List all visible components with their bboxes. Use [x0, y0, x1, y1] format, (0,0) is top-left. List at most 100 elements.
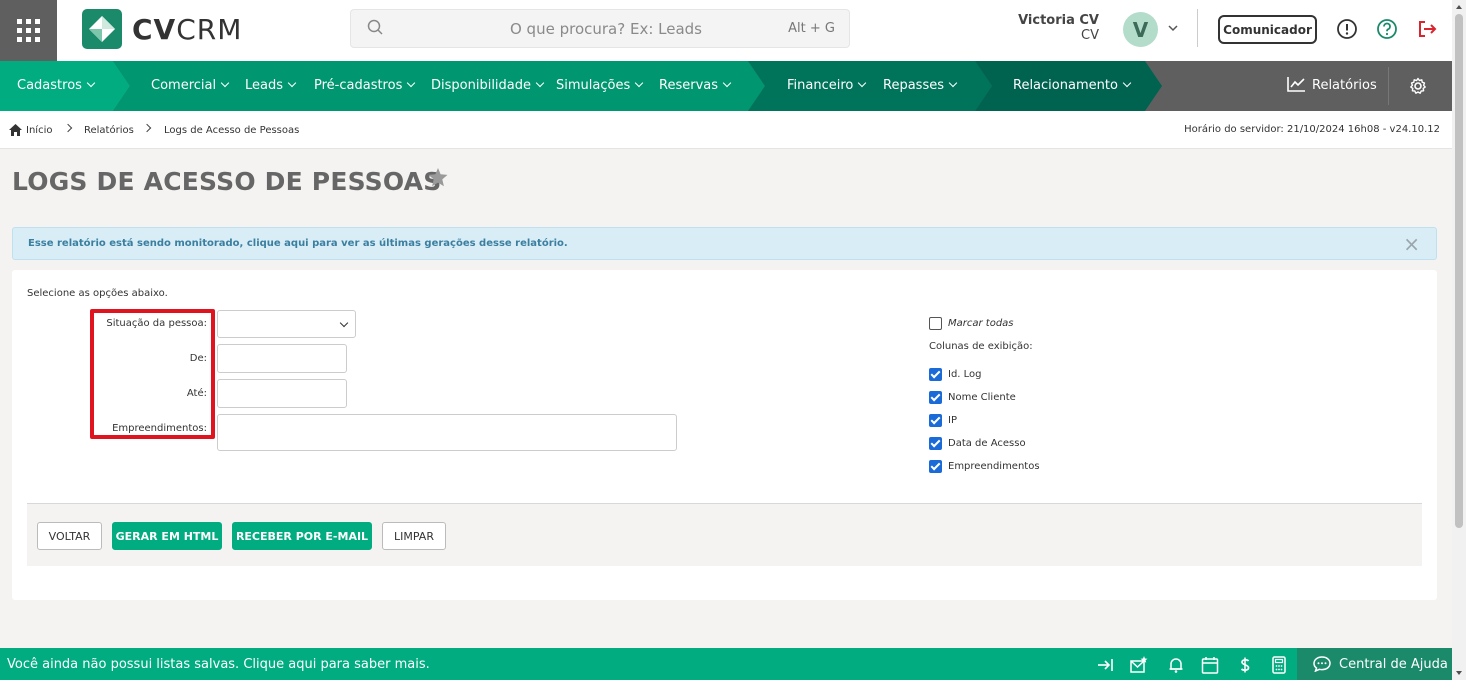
limpar-button[interactable]: LIMPAR: [382, 522, 446, 550]
nav-pre-cadastros[interactable]: Pré-cadastros: [314, 61, 416, 111]
gerar-html-button[interactable]: GERAR EM HTML: [112, 522, 222, 550]
logout-icon[interactable]: [1416, 18, 1438, 40]
header-divider: [1197, 9, 1198, 47]
dollar-icon[interactable]: [1236, 656, 1254, 674]
nav-relacionamento[interactable]: Relacionamento: [1013, 61, 1132, 111]
chevron-down-icon: [287, 78, 297, 88]
chevron-down-icon: [220, 78, 230, 88]
comunicador-button[interactable]: Comunicador: [1218, 15, 1317, 44]
chevron-down-icon: [858, 78, 867, 88]
column-checkbox-data-acesso[interactable]: Data de Acesso: [929, 437, 1026, 450]
checkbox-checked[interactable]: [929, 414, 942, 427]
global-search[interactable]: Alt + G: [350, 9, 850, 48]
column-checkbox-empreendimentos[interactable]: Empreendimentos: [929, 460, 1040, 473]
home-icon[interactable]: [9, 124, 22, 136]
apps-grid-icon: [17, 19, 40, 42]
empreendimentos-label: Empreendimentos:: [112, 423, 207, 434]
nav-divider: [1388, 67, 1389, 105]
star-icon[interactable]: [428, 168, 448, 187]
chevron-down-icon: [339, 318, 349, 328]
gear-icon[interactable]: [1409, 77, 1427, 95]
chevron-down-icon: [86, 78, 96, 88]
chevron-right-icon: [142, 123, 152, 133]
logo-mark-icon: [82, 9, 122, 49]
top-header: CVCRM Alt + G Victoria CV CV V Comunicad…: [0, 0, 1452, 61]
search-input[interactable]: [391, 10, 771, 47]
logo-wordmark: CVCRM: [132, 12, 243, 46]
chevron-down-icon: [1122, 78, 1132, 88]
scroll-down-arrow[interactable]: [1456, 671, 1462, 675]
marcar-todas-checkbox[interactable]: Marcar todas: [929, 317, 1014, 330]
page-title: LOGS DE ACESSO DE PESSOAS: [12, 167, 442, 196]
chevron-down-icon: [535, 78, 545, 88]
cvcrm-logo[interactable]: CVCRM: [82, 9, 242, 49]
checkbox-checked[interactable]: [929, 391, 942, 404]
columns-heading: Colunas de exibição:: [929, 341, 1033, 352]
de-date-input[interactable]: [217, 344, 347, 373]
user-info[interactable]: Victoria CV CV: [1018, 13, 1099, 43]
page-scrollbar[interactable]: [1452, 0, 1466, 680]
form-actions: VOLTAR GERAR EM HTML RECEBER POR E-MAIL …: [27, 503, 1422, 566]
chart-line-icon: [1287, 77, 1305, 92]
footer-bar: Você ainda não possui listas salvas. Cli…: [0, 648, 1452, 680]
mail-star-icon[interactable]: [1130, 656, 1148, 674]
column-checkbox-id-log[interactable]: Id. Log: [929, 368, 982, 381]
alert-text[interactable]: Esse relatório está sendo monitorado, cl…: [28, 238, 568, 249]
saved-lists-message[interactable]: Você ainda não possui listas salvas. Cli…: [7, 657, 430, 672]
chevron-down-icon: [407, 78, 416, 88]
de-label: De:: [189, 353, 207, 364]
situacao-select[interactable]: [217, 310, 356, 338]
ate-label: Até:: [186, 388, 207, 399]
situacao-label: Situação da pessoa:: [106, 318, 207, 329]
voltar-button[interactable]: VOLTAR: [37, 522, 102, 550]
server-time: Horário do servidor: 21/10/2024 16h08 - …: [1184, 124, 1440, 135]
empreendimentos-input[interactable]: [217, 414, 677, 451]
nav-reservas[interactable]: Reservas: [659, 61, 732, 111]
info-icon[interactable]: [1336, 18, 1358, 40]
nav-disponibilidade[interactable]: Disponibilidade: [431, 61, 545, 111]
help-circle-icon[interactable]: [1376, 18, 1398, 40]
chevron-down-icon: [722, 78, 732, 88]
nav-relatorios[interactable]: Relatórios: [1287, 61, 1377, 111]
checkbox-checked[interactable]: [929, 368, 942, 381]
user-name: Victoria CV: [1018, 13, 1099, 28]
breadcrumb-home[interactable]: Início: [26, 125, 52, 136]
checkbox-unchecked[interactable]: [929, 317, 942, 330]
nav-financeiro[interactable]: Financeiro: [787, 61, 867, 111]
report-form-panel: Selecione as opções abaixo. Situação da …: [12, 270, 1437, 600]
chevron-down-icon[interactable]: [1167, 22, 1179, 34]
breadcrumb-relatorios[interactable]: Relatórios: [84, 125, 134, 136]
scroll-thumb[interactable]: [1455, 14, 1463, 528]
nav-repasses[interactable]: Repasses: [883, 61, 958, 111]
checkbox-checked[interactable]: [929, 437, 942, 450]
nav-comercial[interactable]: Comercial: [151, 61, 230, 111]
column-checkbox-nome-cliente[interactable]: Nome Cliente: [929, 391, 1016, 404]
breadcrumb-current: Logs de Acesso de Pessoas: [164, 125, 300, 136]
checkbox-checked[interactable]: [929, 460, 942, 473]
marcar-todas-label: Marcar todas: [948, 318, 1014, 329]
monitoring-alert[interactable]: Esse relatório está sendo monitorado, cl…: [12, 227, 1437, 260]
column-checkbox-ip[interactable]: IP: [929, 414, 957, 427]
bell-icon[interactable]: [1167, 656, 1185, 674]
scroll-up-arrow[interactable]: [1456, 5, 1462, 9]
chevron-right-icon: [63, 123, 73, 133]
collapse-right-icon[interactable]: [1096, 656, 1114, 674]
user-subtitle: CV: [1081, 28, 1099, 43]
receber-email-button[interactable]: RECEBER POR E-MAIL: [232, 522, 372, 550]
form-intro: Selecione as opções abaixo.: [27, 288, 168, 299]
search-shortcut-hint: Alt + G: [788, 21, 835, 36]
apps-menu-button[interactable]: [0, 0, 57, 61]
calculator-icon[interactable]: [1270, 656, 1288, 674]
central-ajuda-label: Central de Ajuda: [1339, 657, 1448, 672]
chat-icon: [1313, 656, 1331, 672]
calendar-icon[interactable]: [1201, 656, 1219, 674]
avatar[interactable]: V: [1123, 12, 1158, 47]
nav-simulacoes[interactable]: Simulações: [556, 61, 644, 111]
close-icon[interactable]: ×: [1403, 234, 1420, 254]
central-ajuda-button[interactable]: Central de Ajuda: [1297, 648, 1452, 680]
chevron-down-icon: [948, 78, 958, 88]
nav-cadastros[interactable]: Cadastros: [17, 61, 96, 111]
nav-leads[interactable]: Leads: [245, 61, 297, 111]
ate-date-input[interactable]: [217, 379, 347, 408]
breadcrumb: Início Relatórios Logs de Acesso de Pess…: [0, 111, 1452, 149]
